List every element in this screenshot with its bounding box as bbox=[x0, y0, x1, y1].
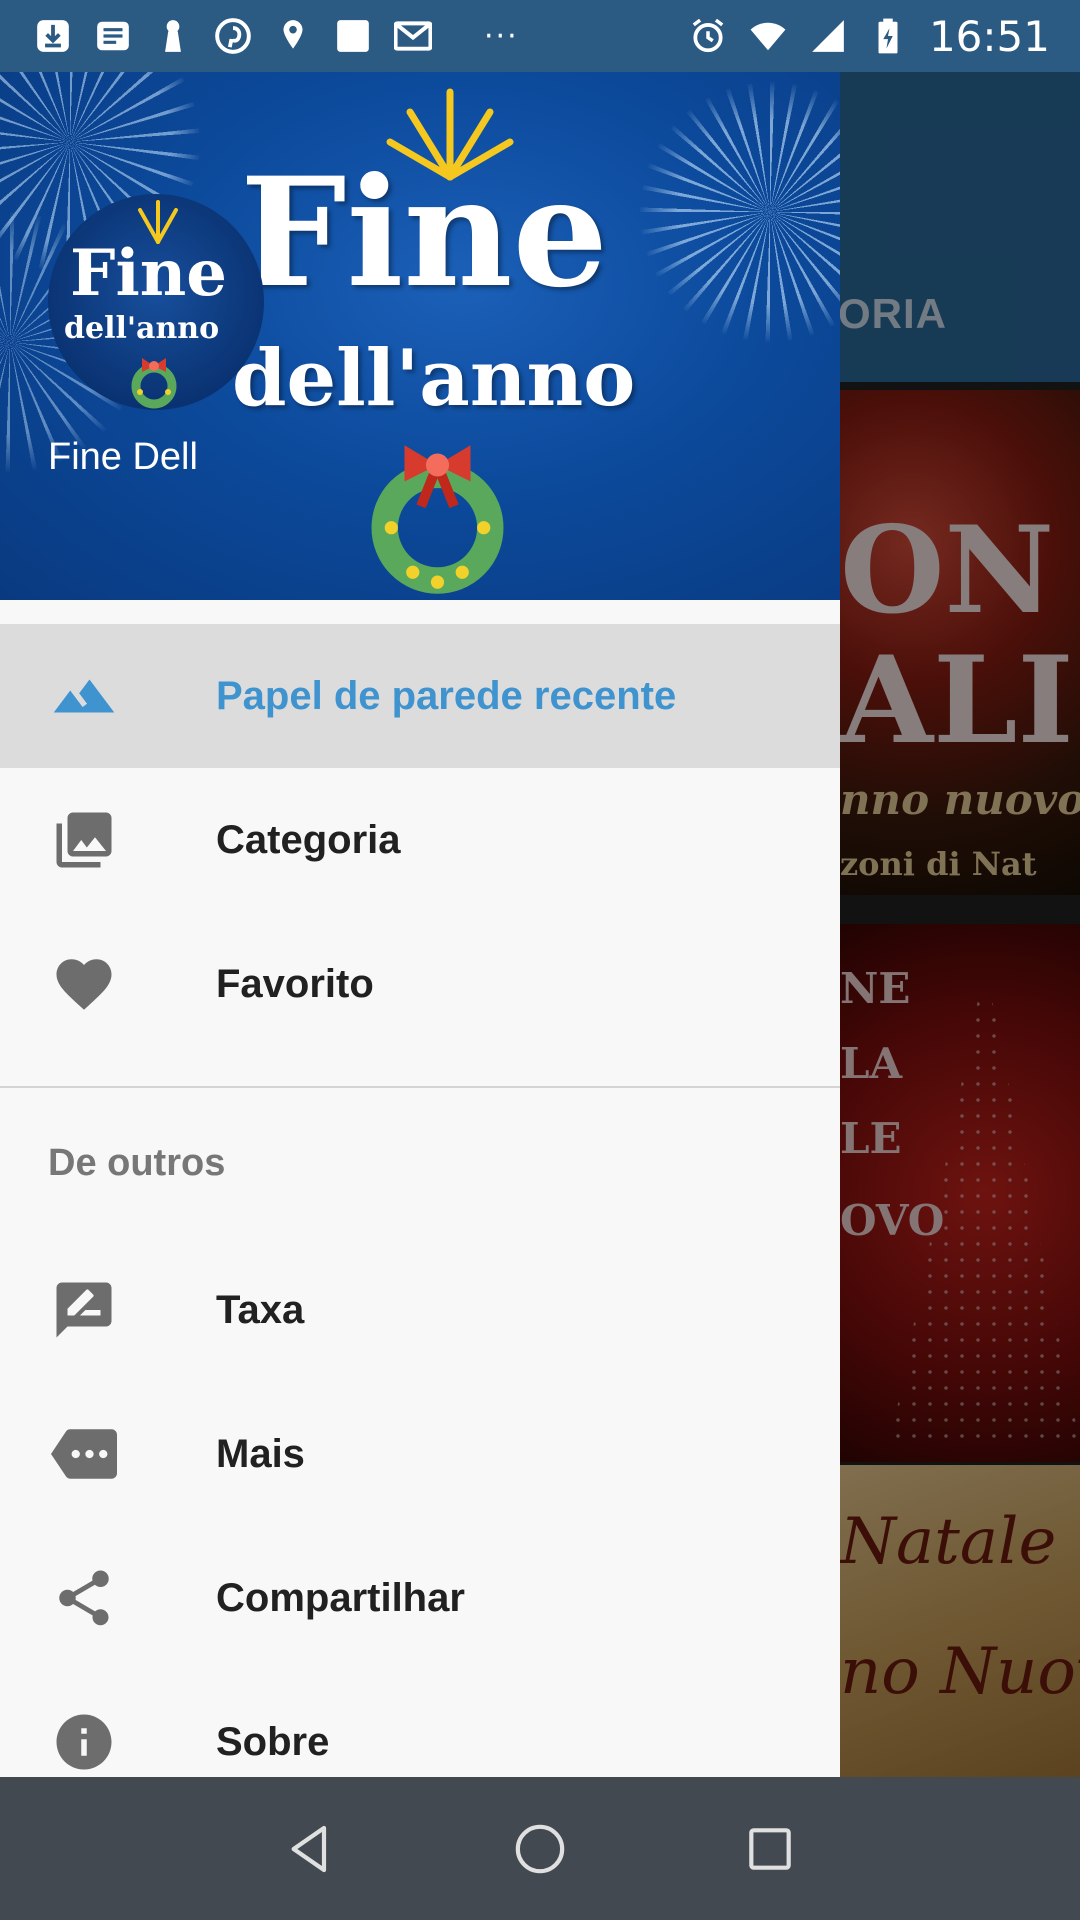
overflow-dots: ··· bbox=[484, 18, 519, 54]
home-icon[interactable] bbox=[510, 1819, 570, 1879]
menu-item-label: Compartilhar bbox=[216, 1575, 465, 1620]
menu-item-about[interactable]: Sobre bbox=[0, 1670, 840, 1777]
location-icon bbox=[274, 17, 312, 55]
wifi-icon bbox=[749, 17, 787, 55]
pinterest-icon bbox=[214, 17, 252, 55]
status-bar: ··· 16:51 bbox=[0, 0, 1080, 72]
battery-charging-icon bbox=[869, 17, 907, 55]
drawer-header: Fine dell'anno Fine dell'anno Fine Dell bbox=[0, 72, 840, 600]
menu-item-more[interactable]: Mais bbox=[0, 1382, 840, 1526]
menu-item-label: Mais bbox=[216, 1431, 305, 1476]
photo-library-icon bbox=[48, 804, 120, 876]
app-logo-avatar[interactable]: Fine dell'anno bbox=[48, 194, 264, 410]
menu-item-favorite[interactable]: Favorito bbox=[0, 912, 840, 1056]
banner-subtitle: dell'anno bbox=[232, 333, 636, 424]
firework-graphic bbox=[640, 82, 840, 342]
navigation-drawer: Fine dell'anno Fine dell'anno Fine Dell … bbox=[0, 72, 840, 1777]
wreath-graphic bbox=[131, 358, 177, 409]
share-icon bbox=[48, 1562, 120, 1634]
news-icon bbox=[94, 17, 132, 55]
back-icon[interactable] bbox=[280, 1819, 340, 1879]
menu-item-label: Papel de parede recente bbox=[216, 673, 677, 718]
rate-review-icon bbox=[48, 1274, 120, 1346]
menu-item-label: Favorito bbox=[216, 961, 374, 1006]
status-time: 16:51 bbox=[928, 11, 1050, 61]
logo-subtitle: dell'anno bbox=[64, 311, 220, 346]
section-header-others: De outros bbox=[48, 1141, 226, 1184]
menu-item-label: Categoria bbox=[216, 817, 401, 862]
menu-item-rate[interactable]: Taxa bbox=[0, 1238, 840, 1382]
system-navigation-bar bbox=[0, 1777, 1080, 1920]
menu-item-label: Sobre bbox=[216, 1719, 330, 1764]
header-user-name: Fine Dell bbox=[48, 436, 198, 478]
more-tag-icon bbox=[48, 1418, 120, 1490]
menu-item-label: Taxa bbox=[216, 1287, 305, 1332]
signal-icon bbox=[809, 17, 847, 55]
wreath-graphic bbox=[371, 445, 504, 594]
info-icon bbox=[48, 1706, 120, 1777]
recents-icon[interactable] bbox=[740, 1819, 800, 1879]
keyhole-icon bbox=[154, 17, 192, 55]
menu-item-recent-wallpapers[interactable]: Papel de parede recente bbox=[0, 624, 840, 768]
landscape-icon bbox=[48, 660, 120, 732]
download-icon bbox=[34, 17, 72, 55]
logo-title: Fine bbox=[70, 236, 227, 311]
menu-item-category[interactable]: Categoria bbox=[0, 768, 840, 912]
drawer-menu: Papel de parede recente Categoria Favori… bbox=[0, 600, 840, 1777]
gmail-icon bbox=[394, 17, 432, 55]
menu-item-share[interactable]: Compartilhar bbox=[0, 1526, 840, 1670]
square-notification-icon bbox=[334, 17, 372, 55]
alarm-icon bbox=[689, 17, 727, 55]
heart-icon bbox=[48, 948, 120, 1020]
banner-title: Fine bbox=[240, 145, 608, 321]
